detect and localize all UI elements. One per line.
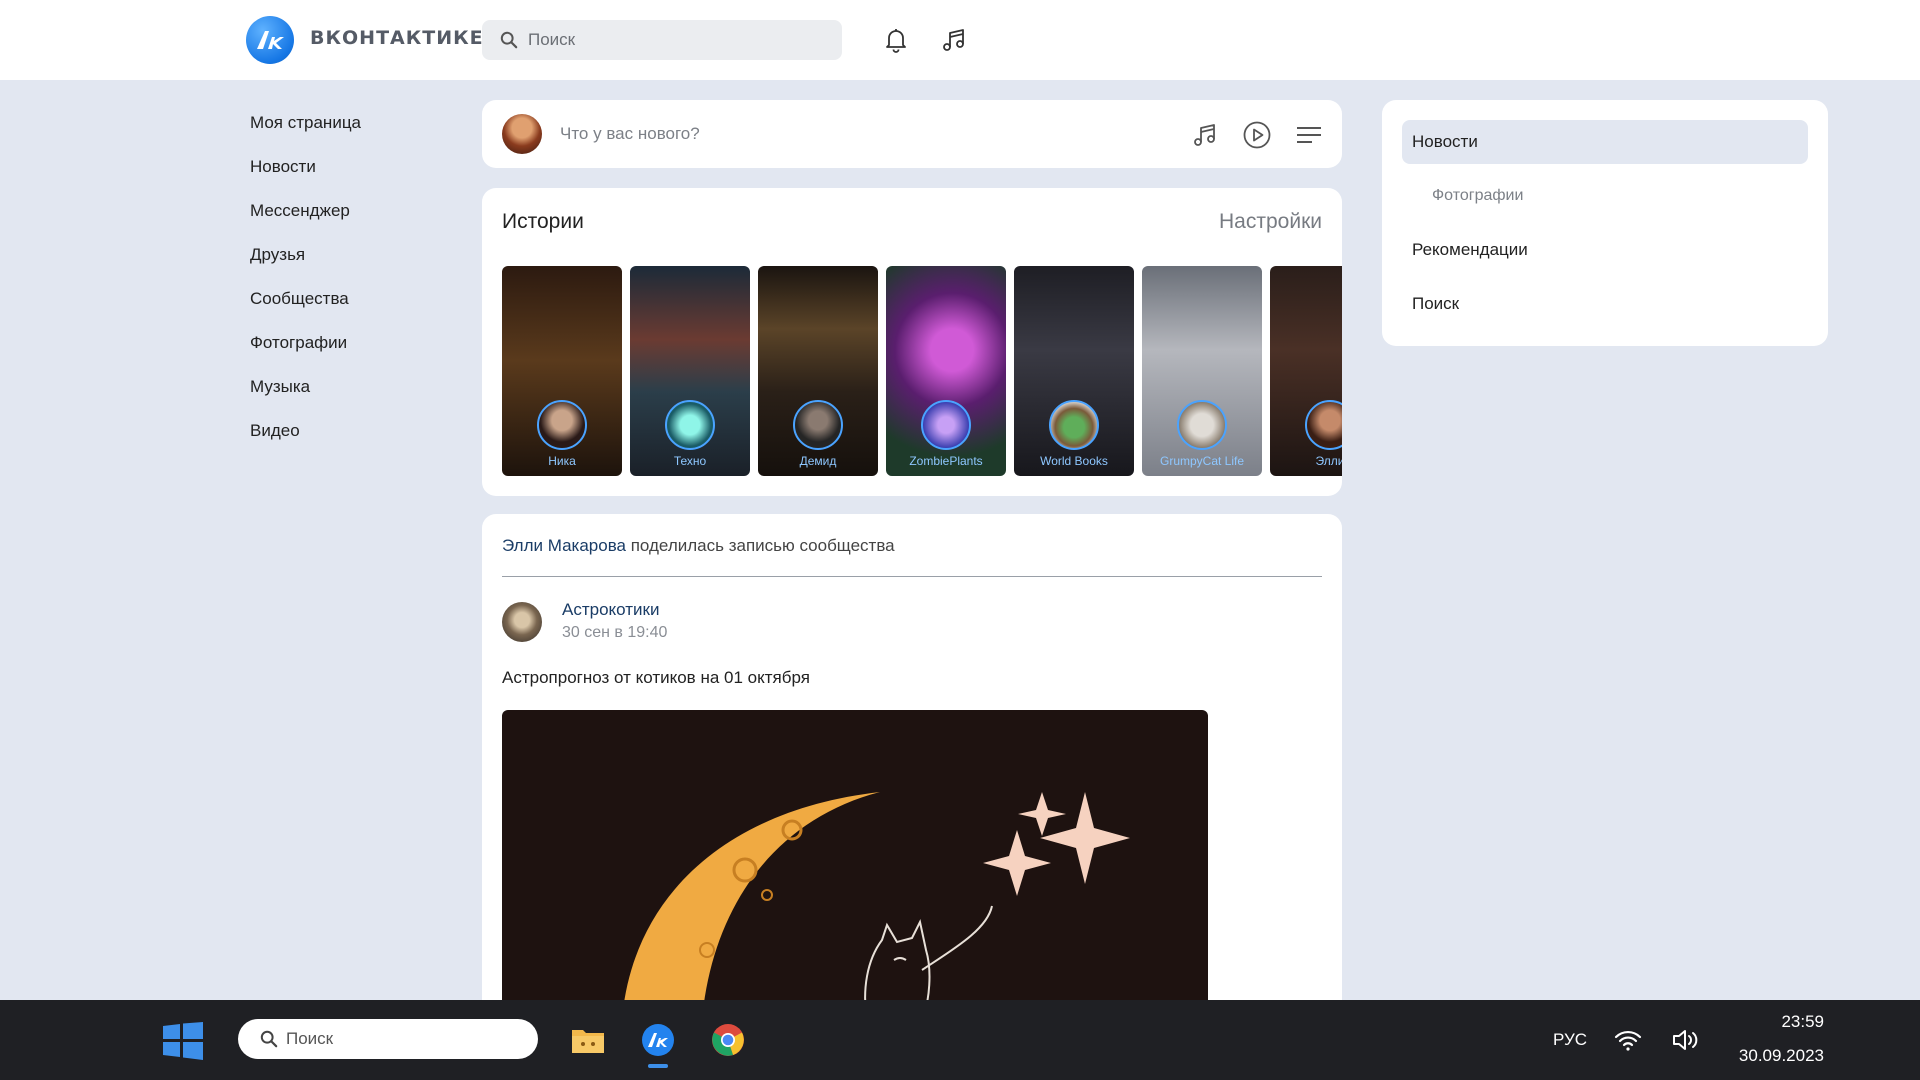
music-icon[interactable] (938, 24, 970, 56)
clock-time[interactable]: 23:59 (1781, 1012, 1824, 1032)
avatar (1177, 400, 1227, 450)
post-text: Астропрогноз от котиков на 01 октября (502, 668, 810, 687)
post-share-line: Элли Макарова поделилась записью сообщес… (502, 536, 895, 556)
story-name: Демид (799, 454, 837, 468)
search-placeholder: Поиск (528, 30, 576, 49)
vk-app-icon[interactable] (640, 1022, 676, 1058)
search-input[interactable]: Поиск (482, 20, 842, 60)
sidebar-item-my-page[interactable]: Моя страница (250, 106, 450, 150)
left-sidebar: Моя страница Новости Мессенджер Друзья С… (250, 106, 450, 458)
taskbar-search-input[interactable]: Поиск (238, 1019, 538, 1059)
avatar (665, 400, 715, 450)
avatar (537, 400, 587, 450)
sidebar-item-news[interactable]: Новости (250, 150, 450, 194)
right-filter-menu: Новости Фотографии Рекомендации Поиск (1382, 100, 1828, 346)
play-icon[interactable] (1242, 120, 1272, 150)
file-explorer-icon[interactable] (570, 1022, 606, 1058)
stories-title: Истории (502, 210, 584, 233)
post-image[interactable] (502, 710, 1208, 1014)
story-name: World Books (1040, 454, 1108, 468)
post-composer[interactable]: Что у вас нового? (482, 100, 1342, 168)
sidebar-item-music[interactable]: Музыка (250, 370, 450, 414)
sidebar-item-messenger[interactable]: Мессенджер (250, 194, 450, 238)
wifi-icon[interactable] (1612, 1024, 1644, 1056)
composer-input[interactable]: Что у вас нового? (560, 124, 700, 144)
story-name: Элли (1315, 454, 1342, 468)
keyboard-language[interactable]: РУС (1553, 1030, 1587, 1050)
taskbar-search-placeholder: Поиск (286, 1029, 334, 1048)
sidebar-item-communities[interactable]: Сообщества (250, 282, 450, 326)
stories-strip: Ника Техно Демид ZombiePlants World Book… (502, 266, 1342, 478)
post-share-action: поделилась записью сообщества (626, 536, 895, 555)
top-header: ВКОНТАКТИКЕ Поиск (0, 0, 1920, 80)
filter-item-search[interactable]: Поиск (1402, 282, 1808, 326)
windows-start-icon[interactable] (163, 1022, 203, 1060)
stories-settings-link[interactable]: Настройки (1219, 210, 1322, 234)
avatar[interactable] (502, 602, 542, 642)
active-app-indicator (648, 1064, 668, 1068)
post-group-link[interactable]: Астрокотики (562, 600, 659, 620)
chrome-icon[interactable] (710, 1022, 746, 1058)
avatar (921, 400, 971, 450)
avatar[interactable] (502, 114, 542, 154)
avatar (793, 400, 843, 450)
clock-date[interactable]: 30.09.2023 (1739, 1046, 1824, 1066)
app-logo-icon[interactable] (246, 16, 294, 64)
sidebar-item-friends[interactable]: Друзья (250, 238, 450, 282)
post-author-link[interactable]: Элли Макарова (502, 536, 626, 555)
sidebar-item-photos[interactable]: Фотографии (250, 326, 450, 370)
story-name: Техно (673, 454, 707, 468)
post-date[interactable]: 30 сен в 19:40 (562, 624, 667, 642)
story-name: ZombiePlants (909, 454, 983, 468)
avatar (1049, 400, 1099, 450)
stories-block: Истории Настройки Ника Техно Демид Zombi… (482, 188, 1342, 496)
music-icon[interactable] (1190, 120, 1220, 150)
story-card[interactable]: Техно (630, 266, 750, 476)
filter-item-news[interactable]: Новости (1402, 120, 1808, 164)
bell-icon[interactable] (880, 24, 912, 56)
avatar (1305, 400, 1342, 450)
volume-icon[interactable] (1670, 1024, 1702, 1056)
feed-post: Элли Макарова поделилась записью сообщес… (482, 514, 1342, 1014)
story-card[interactable]: GrumpyCat Life (1142, 266, 1262, 476)
story-card[interactable]: Элли (1270, 266, 1342, 476)
search-icon (260, 1030, 278, 1048)
story-name: GrumpyCat Life (1159, 454, 1245, 468)
menu-icon[interactable] (1294, 120, 1324, 150)
filter-item-recommendations[interactable]: Рекомендации (1402, 228, 1808, 272)
app-name[interactable]: ВКОНТАКТИКЕ (310, 27, 484, 49)
os-taskbar: Поиск РУС 23:59 30.09.2023 (0, 1000, 1920, 1080)
story-card[interactable]: Демид (758, 266, 878, 476)
filter-item-photos[interactable]: Фотографии (1402, 174, 1808, 218)
story-name: Ника (548, 454, 576, 468)
sidebar-item-video[interactable]: Видео (250, 414, 450, 458)
search-icon (500, 31, 518, 49)
story-card[interactable]: World Books (1014, 266, 1134, 476)
story-card[interactable]: Ника (502, 266, 622, 476)
post-divider (502, 576, 1322, 577)
story-card[interactable]: ZombiePlants (886, 266, 1006, 476)
